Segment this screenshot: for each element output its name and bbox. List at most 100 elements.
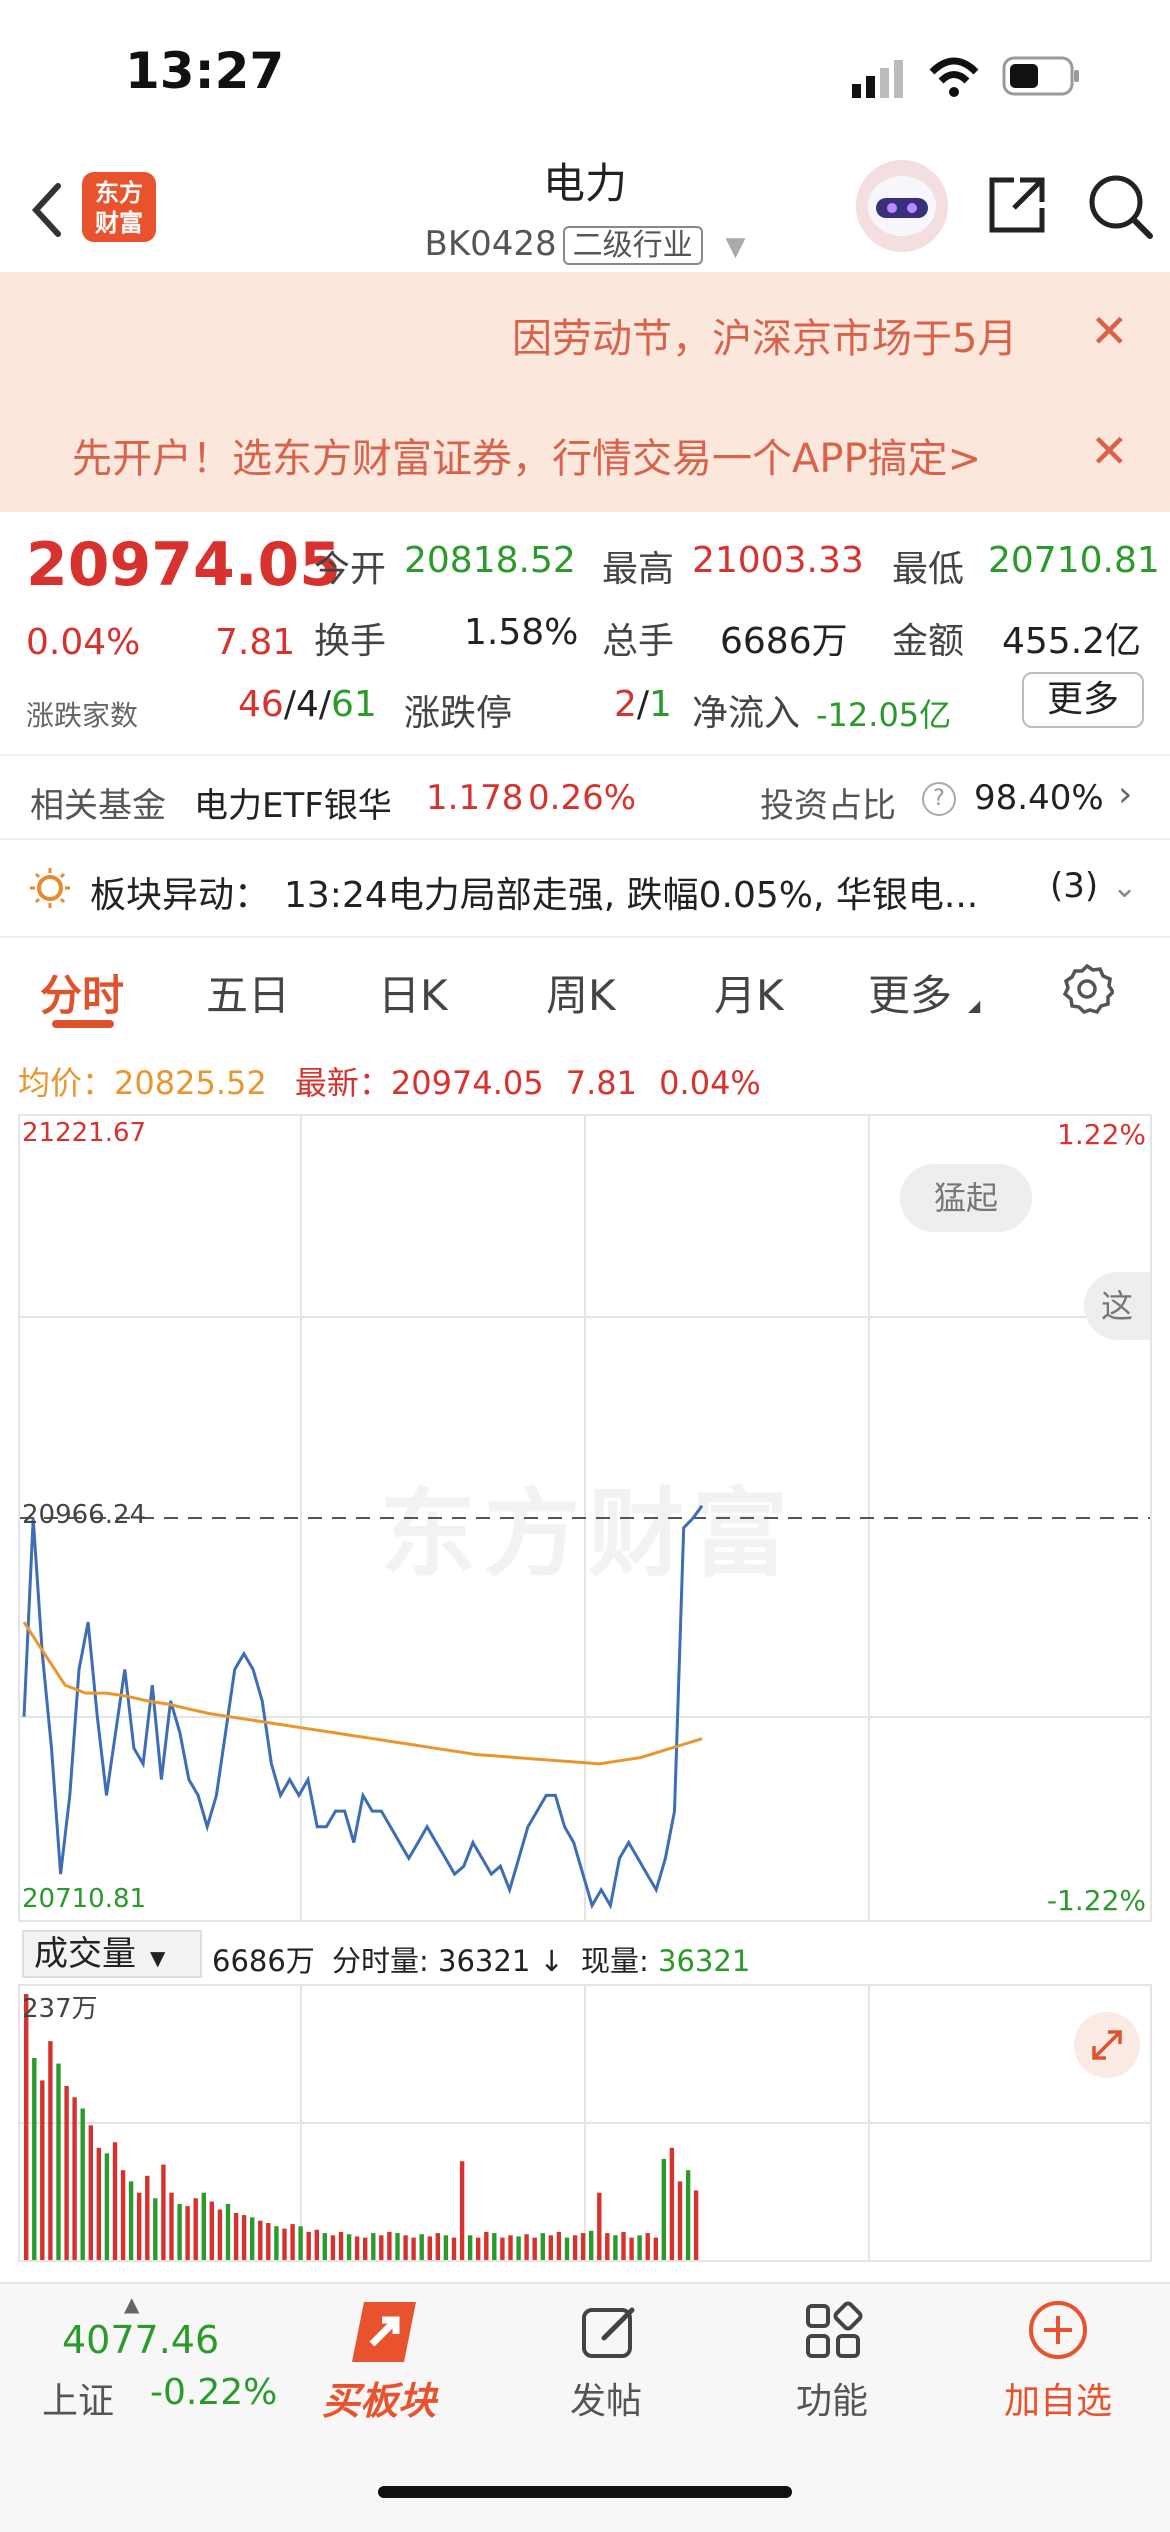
more-button[interactable]: 更多 <box>1022 672 1144 728</box>
volume-total: 6686万 <box>212 1944 315 1978</box>
volume-bar <box>346 2234 352 2260</box>
up-count: 46 <box>238 684 284 725</box>
volume-bar <box>669 2147 675 2260</box>
volume-bar <box>282 2228 287 2260</box>
price-chart[interactable]: 东方财富 21221.67 20710.81 20966.24 1.22% -1… <box>18 1114 1152 1922</box>
index-value[interactable]: 4077.46 <box>62 2318 219 2362</box>
volume-bar <box>153 2198 158 2260</box>
price-change: 7.81 <box>215 622 296 663</box>
open-value: 20818.52 <box>404 540 576 581</box>
volume-bar <box>629 2237 634 2260</box>
volume-bar <box>290 2224 295 2260</box>
function-grid-icon[interactable] <box>802 2300 864 2366</box>
tab-intraday[interactable]: 分时 <box>40 962 124 1023</box>
expand-icon[interactable] <box>1074 2012 1140 2078</box>
volume-bar <box>605 2233 610 2260</box>
edit-post-icon[interactable] <box>578 2300 640 2366</box>
volume-chart[interactable]: 237万 <box>18 1984 1152 2262</box>
volume-bar <box>338 2231 344 2260</box>
chevron-right-icon[interactable]: › <box>1118 774 1132 815</box>
add-circle-icon[interactable] <box>1026 2298 1090 2366</box>
volume-bar <box>169 2192 174 2260</box>
breadth-values[interactable]: 46/4/61 <box>238 684 377 725</box>
function-label[interactable]: 功能 <box>782 2372 882 2424</box>
holiday-notice[interactable]: 因劳动节，沪深京市场于5月 <box>512 306 1052 364</box>
chevron-down-icon[interactable]: ▼ <box>725 232 745 262</box>
volume-bar <box>330 2235 336 2260</box>
volume-selector[interactable]: 成交量 ▼ <box>22 1930 202 1978</box>
volume-bar <box>314 2229 319 2260</box>
ratio-label: 投资占比 <box>760 786 896 826</box>
chevron-down-icon[interactable]: ⌄ <box>1112 870 1137 905</box>
latest-change: 7.81 <box>565 1064 637 1102</box>
volume-bar <box>524 2234 529 2260</box>
breadth-label: 涨跌家数 <box>26 699 139 732</box>
volume-bar <box>435 2233 440 2260</box>
post-label[interactable]: 发帖 <box>556 2372 656 2424</box>
volume-bar <box>451 2237 457 2260</box>
alert-count[interactable]: (3) <box>1050 866 1098 906</box>
volume-bar <box>112 2142 118 2260</box>
tab-daily-k[interactable]: 日K <box>378 962 448 1023</box>
add-watchlist-label[interactable]: 加自选 <box>998 2372 1118 2424</box>
chevron-down-icon: ▼ <box>150 1946 166 1970</box>
alert-text[interactable]: 13:24电力局部走强, 跌幅0.05%, 华银电... <box>284 866 1024 918</box>
volume-bar <box>564 2237 570 2260</box>
sector-code: BK0428 <box>424 224 557 264</box>
volume-bar <box>24 1994 29 2260</box>
tab-monthly-k[interactable]: 月K <box>714 962 784 1023</box>
volume-bar <box>492 2233 497 2260</box>
tab-more[interactable]: 更多 <box>868 962 952 1023</box>
pct-bottom-label: -1.22% <box>1046 1884 1146 1917</box>
caret-up-icon: ▲ <box>124 2292 140 2316</box>
down-count: 61 <box>331 684 377 725</box>
volume-bar <box>467 2235 473 2260</box>
surge-badge[interactable]: 猛起 <box>900 1164 1032 1232</box>
share-icon[interactable] <box>984 172 1050 242</box>
avg-value: 20825.52 <box>114 1064 267 1102</box>
volume-bar <box>209 2201 214 2260</box>
close-icon[interactable]: ✕ <box>1090 424 1129 478</box>
volume-bar <box>96 2147 101 2260</box>
current-price: 20974.05 <box>26 530 342 600</box>
search-icon[interactable] <box>1086 172 1156 246</box>
volume-bar <box>193 2198 198 2260</box>
account-promo[interactable]: 先开户！选东方财富证券，行情交易一个APP搞定> <box>72 426 1052 484</box>
vol-svg <box>24 1994 699 2260</box>
flat-count: 4 <box>295 684 319 725</box>
close-icon[interactable]: ✕ <box>1090 304 1129 358</box>
high-label: 最高 <box>602 549 675 590</box>
volume-bar <box>443 2235 449 2260</box>
tab-five-day[interactable]: 五日 <box>206 962 290 1023</box>
volume-bar <box>217 2209 223 2260</box>
volume-bar <box>137 2192 142 2260</box>
lightbulb-icon <box>28 866 72 914</box>
volume-bar <box>387 2231 392 2260</box>
y-bottom-label: 20710.81 <box>22 1884 147 1914</box>
volume-bar <box>161 2164 166 2260</box>
volume-bar <box>298 2226 303 2260</box>
volume-bar <box>266 2223 271 2260</box>
help-icon[interactable]: ? <box>922 782 956 816</box>
tab-weekly-k[interactable]: 周K <box>546 962 616 1023</box>
volume-bar <box>201 2192 206 2260</box>
limit-label: 涨跌停 <box>404 693 513 734</box>
buy-sector-icon[interactable] <box>346 2298 420 2370</box>
volume-tick: 分时量: 36321 <box>332 1944 531 1978</box>
amount-value: 455.2亿 <box>1002 621 1142 662</box>
volume-bar <box>48 2041 53 2260</box>
volume-ymax: 237万 <box>22 1994 98 2024</box>
latest-pct: 0.04% <box>659 1064 761 1102</box>
buy-sector-label[interactable]: 买板块 <box>322 2370 436 2425</box>
robot-avatar-icon[interactable] <box>856 160 948 252</box>
volume-bar <box>354 2236 360 2260</box>
volume-bar <box>476 2237 481 2260</box>
gear-icon[interactable] <box>1060 962 1116 1020</box>
partial-badge[interactable]: 这 <box>1084 1272 1150 1340</box>
price-line <box>22 1504 704 1910</box>
volume-bar <box>225 2203 231 2260</box>
volume-bar <box>419 2234 424 2260</box>
volume-bar <box>258 2220 263 2260</box>
volume-bar <box>80 2108 85 2260</box>
tab-active-indicator <box>52 1020 114 1028</box>
